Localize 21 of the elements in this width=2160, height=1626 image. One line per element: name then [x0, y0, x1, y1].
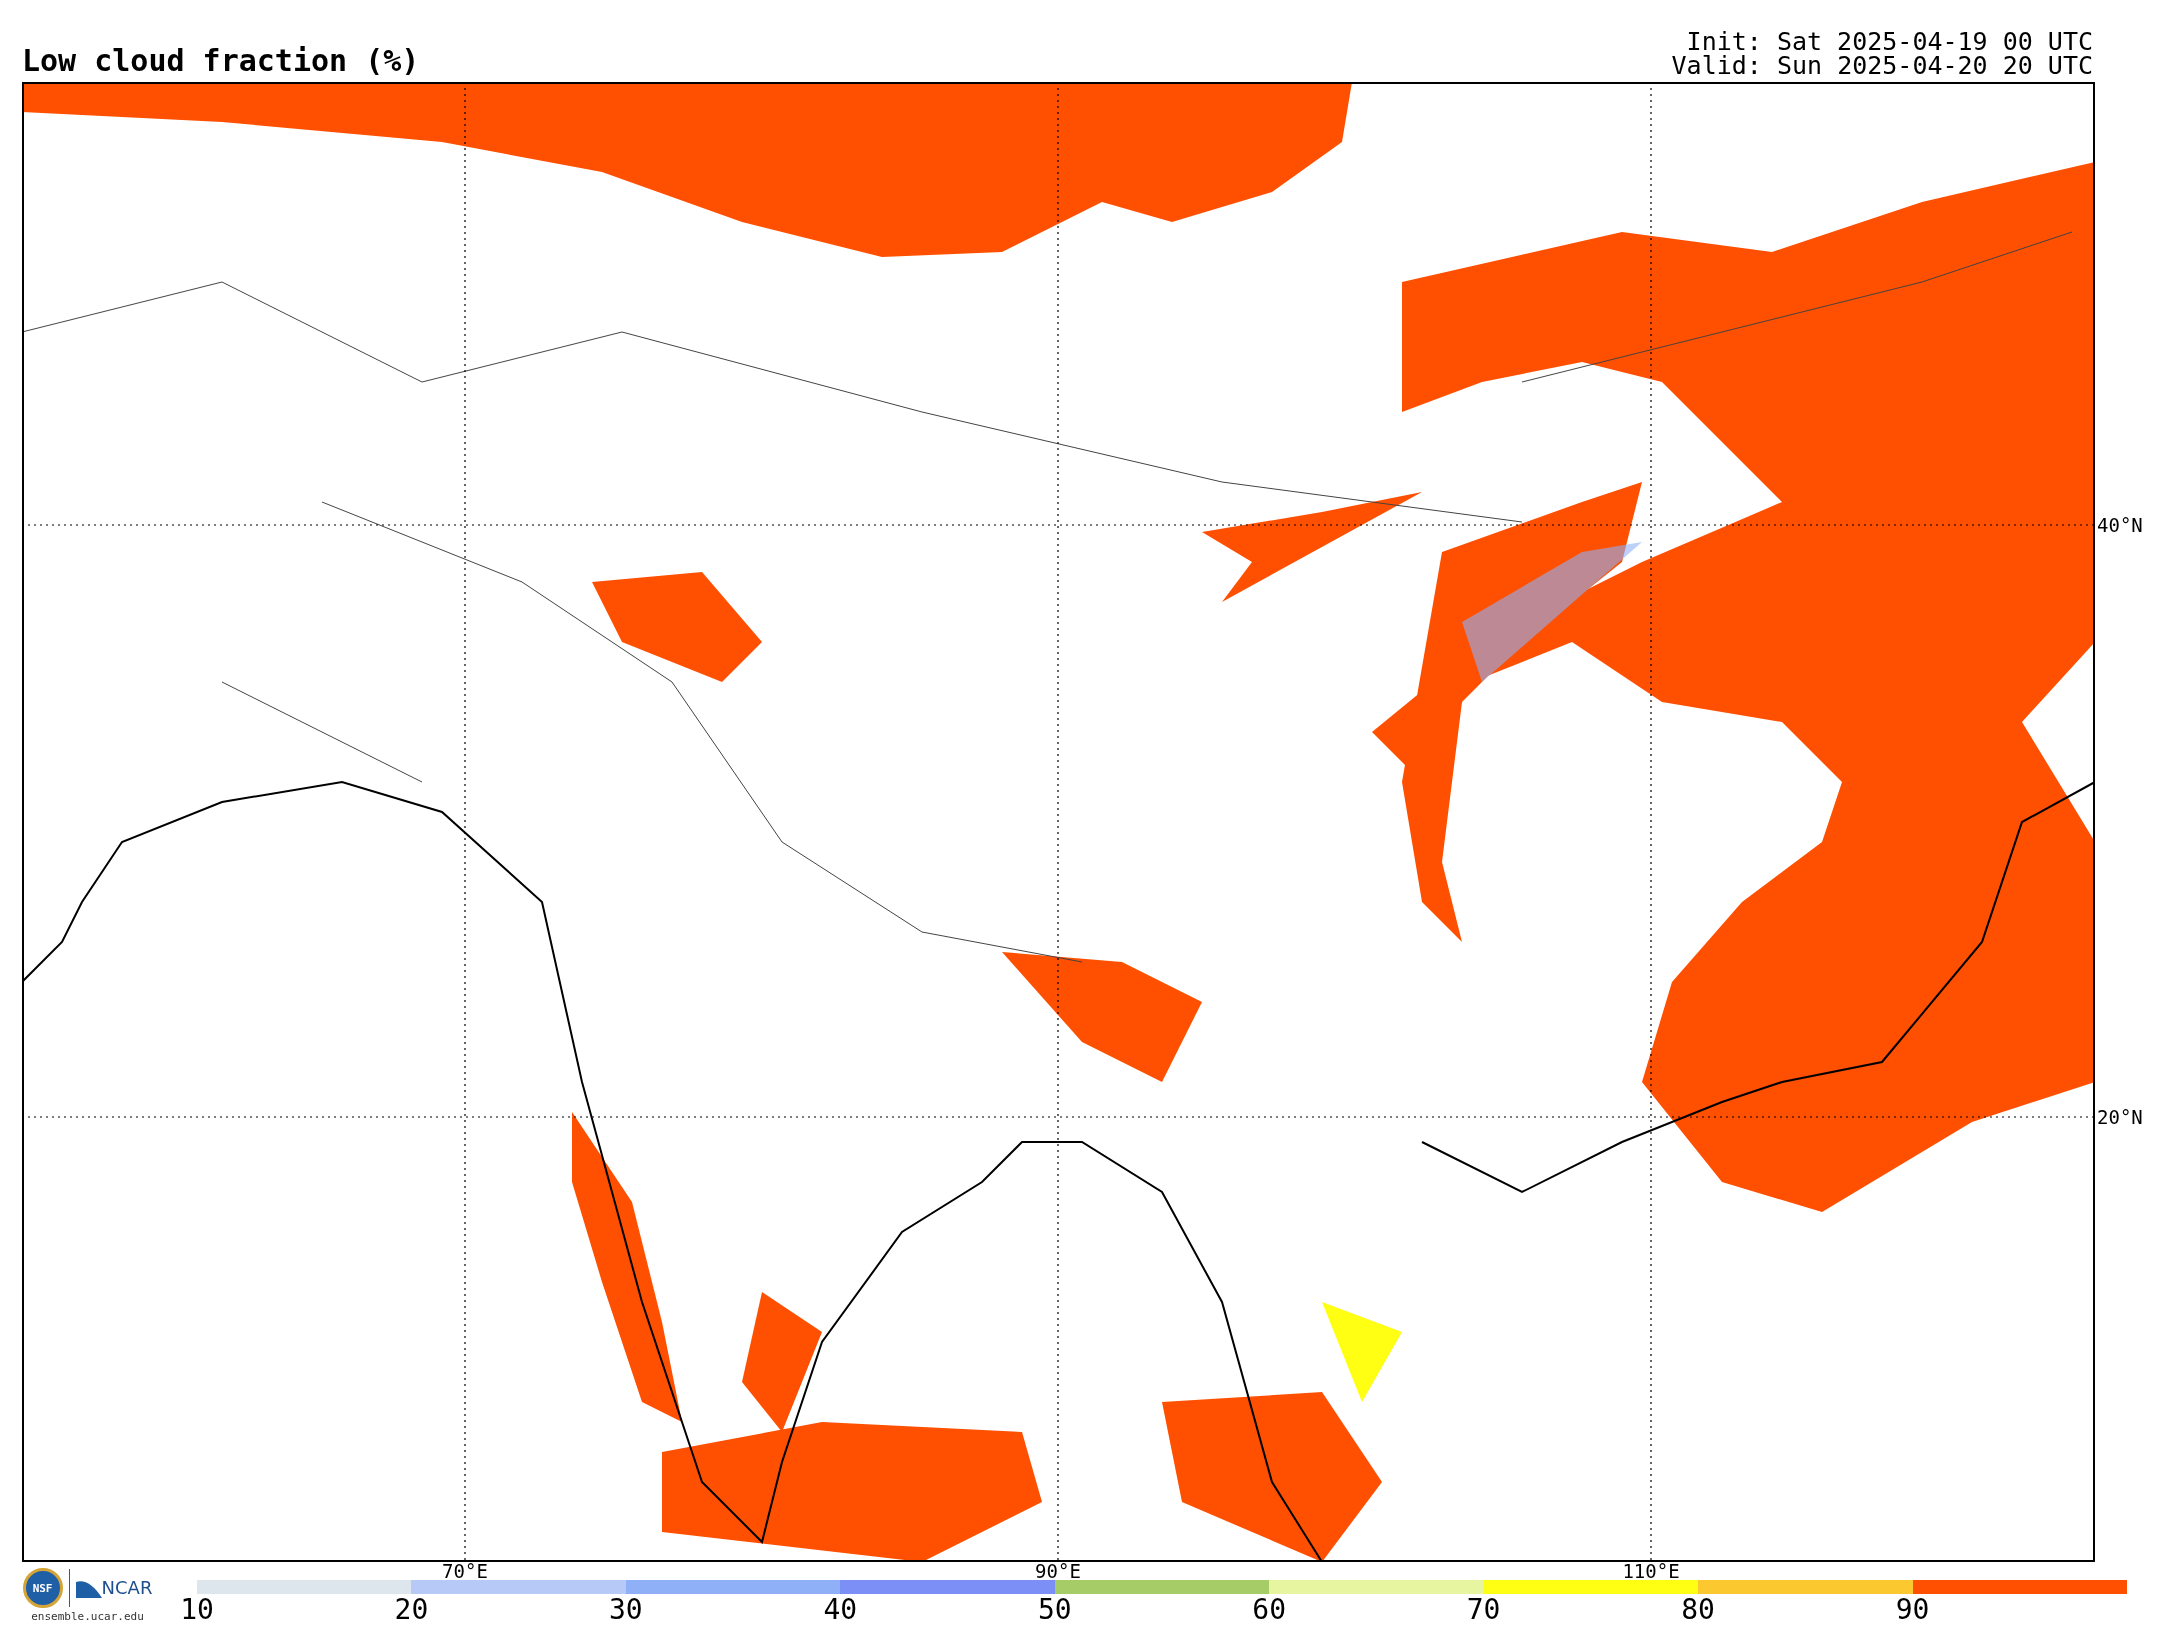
colorbar-tick-label: 90 — [1895, 1596, 1930, 1624]
colorbar-tick-label: 20 — [394, 1596, 429, 1624]
colorbar-tick-label: 30 — [609, 1596, 643, 1624]
longitude-label: 90°E — [1035, 1562, 1081, 1580]
colorbar-tick-label: 50 — [1037, 1596, 1072, 1624]
init-time: Init: Sat 2025-04-19 00 UTC — [1686, 30, 2093, 54]
colorbar-tick-label: 40 — [823, 1596, 858, 1624]
longitude-label: 110°E — [1622, 1562, 1680, 1580]
colorbar-tick-label: 60 — [1252, 1596, 1287, 1624]
valid-time: Valid: Sun 2025-04-20 20 UTC — [1671, 54, 2093, 78]
colorbar-tick-label: 10 — [180, 1596, 214, 1624]
colorbar-tick-label: 70 — [1466, 1596, 1501, 1624]
ncar-logo: NCAR — [101, 1579, 153, 1597]
latitude-label: 40°N — [2097, 515, 2143, 535]
chart-title: Low cloud fraction (%) — [22, 44, 420, 78]
latitude-label: 20°N — [2097, 1107, 2143, 1127]
longitude-label: 70°E — [442, 1562, 488, 1580]
nsf-logo: NSF — [22, 1568, 63, 1608]
website-url: ensemble.ucar.edu — [31, 1610, 144, 1624]
ncar-logo-icon — [75, 1578, 102, 1598]
colorbar-tick-label: 80 — [1681, 1596, 1715, 1624]
